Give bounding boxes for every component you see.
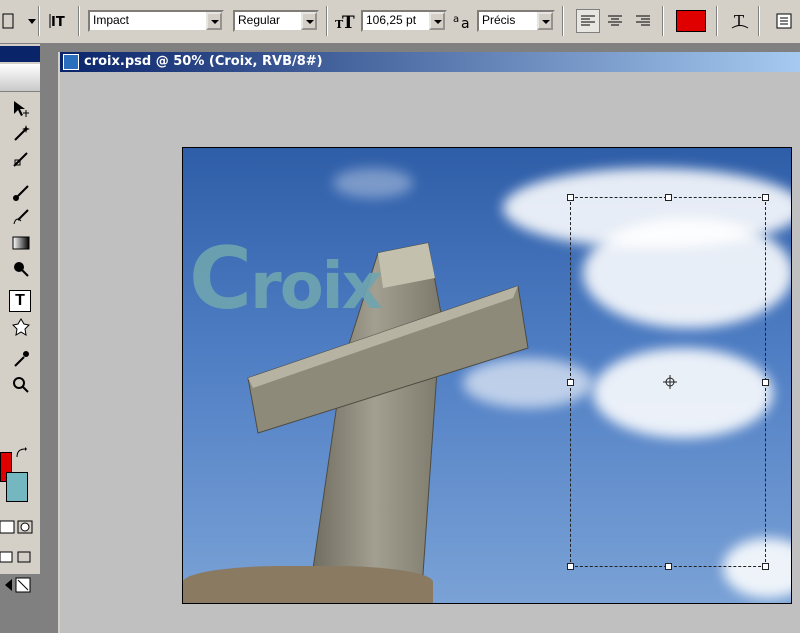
align-left-button[interactable]	[576, 9, 600, 33]
svg-text:a: a	[461, 16, 470, 32]
type-layer-rest: roix	[250, 250, 383, 324]
separator	[38, 6, 40, 36]
full-screen-mode-icon[interactable]	[14, 546, 36, 568]
slice-tool-icon[interactable]	[10, 148, 32, 170]
antialias-icon: aa	[452, 9, 476, 33]
align-center-icon	[608, 15, 622, 26]
text-orientation-icon[interactable]: IT	[46, 9, 70, 33]
separator	[326, 6, 328, 36]
toolbox-title-bar[interactable]	[0, 46, 40, 62]
separator	[716, 6, 718, 36]
align-left-icon	[581, 15, 595, 26]
chevron-down-icon[interactable]	[537, 12, 553, 30]
zoom-tool-icon[interactable]	[10, 374, 32, 396]
transform-handle[interactable]	[762, 379, 769, 386]
gradient-tool-icon[interactable]	[10, 232, 32, 254]
font-size-select[interactable]: 106,25 pt	[361, 10, 447, 32]
transform-handle[interactable]	[665, 194, 672, 201]
transform-handle[interactable]	[567, 194, 574, 201]
align-center-button[interactable]	[603, 9, 627, 33]
rock-base	[183, 566, 433, 603]
photoshop-document-icon	[63, 54, 79, 70]
eyedropper-tool-icon[interactable]	[10, 348, 32, 370]
font-style-value: Regular	[238, 13, 281, 27]
separator	[758, 6, 760, 36]
move-tool-icon[interactable]	[10, 98, 32, 120]
font-style-select[interactable]: Regular	[233, 10, 319, 32]
type-tool-icon[interactable]: T	[9, 290, 31, 312]
reference-point-icon[interactable]	[663, 375, 677, 389]
document-title: croix.psd @ 50% (Croix, RVB/8#)	[84, 54, 323, 69]
align-right-button[interactable]	[631, 9, 655, 33]
svg-text:T: T	[342, 13, 355, 32]
brush-tool-icon[interactable]	[10, 182, 32, 204]
separator	[562, 6, 564, 36]
separator	[662, 6, 664, 36]
svg-text:IT: IT	[51, 15, 65, 30]
type-layer-text[interactable]: Croix	[189, 236, 383, 324]
swap-colors-icon[interactable]	[14, 446, 28, 460]
toolbox: T	[0, 44, 42, 593]
svg-text:T: T	[734, 12, 744, 30]
antialias-value: Précis	[482, 13, 516, 27]
background-color-swatch[interactable]	[6, 472, 28, 502]
tool-preset-arrow-icon[interactable]	[20, 9, 44, 33]
jump-to-imageready-icon[interactable]	[2, 574, 34, 596]
magic-wand-tool-icon[interactable]	[10, 122, 32, 144]
photoshop-window: IT Impact Regular TT 106,25 pt aa Précis	[0, 0, 800, 633]
chevron-down-icon[interactable]	[206, 12, 222, 30]
align-right-icon	[636, 15, 650, 26]
antialias-select[interactable]: Précis	[477, 10, 555, 32]
document-title-bar[interactable]: croix.psd @ 50% (Croix, RVB/8#)	[60, 52, 800, 72]
dodge-tool-icon[interactable]	[10, 258, 32, 280]
history-brush-tool-icon[interactable]	[10, 206, 32, 228]
font-size-icon: TT	[334, 9, 358, 33]
separator	[78, 6, 80, 36]
palettes-icon[interactable]	[772, 9, 796, 33]
custom-shape-tool-icon[interactable]	[10, 316, 32, 338]
font-family-value: Impact	[93, 13, 130, 27]
transform-handle[interactable]	[762, 194, 769, 201]
svg-text:a: a	[453, 14, 459, 25]
transform-handle[interactable]	[665, 563, 672, 570]
tool-preset-icon[interactable]	[0, 9, 18, 33]
transform-handle[interactable]	[567, 563, 574, 570]
type-layer-first-letter: C	[189, 229, 252, 329]
image-canvas[interactable]: Croix	[182, 147, 792, 604]
chevron-down-icon[interactable]	[429, 12, 445, 30]
text-color-swatch[interactable]	[676, 10, 706, 32]
warp-text-icon[interactable]: T	[728, 9, 752, 33]
chevron-down-icon[interactable]	[301, 12, 317, 30]
feather-logo-icon[interactable]	[0, 64, 40, 92]
font-size-value: 106,25 pt	[366, 13, 417, 27]
options-bar: IT Impact Regular TT 106,25 pt aa Précis	[0, 0, 800, 44]
font-family-select[interactable]: Impact	[88, 10, 224, 32]
transform-handle[interactable]	[762, 563, 769, 570]
transform-handle[interactable]	[567, 379, 574, 386]
quick-mask-icon[interactable]	[14, 516, 36, 538]
